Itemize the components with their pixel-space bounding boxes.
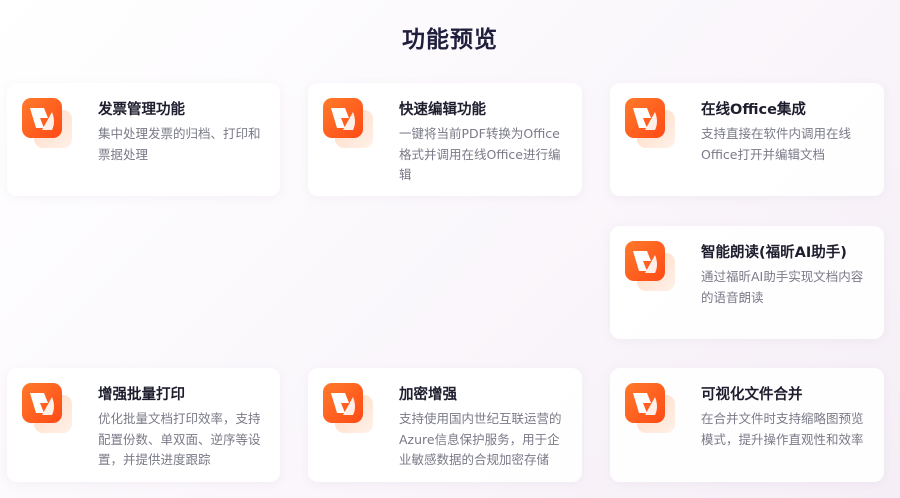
feature-title: 可视化文件合并: [701, 387, 803, 403]
feature-card-ai-read-aloud: 智能朗读(福昕AI助手) 通过福昕AI助手实现文档内容的语音朗读: [610, 226, 884, 339]
feature-card-invoice: 发票管理功能 集中处理发票的归档、打印和票据处理: [7, 83, 280, 196]
feature-description: 支持直接在软件内调用在线Office打开并编辑文档: [701, 126, 852, 162]
feature-description: 在合并文件时支持缩略图预览模式，提升操作直观性和效率: [701, 411, 864, 447]
foxit-logo-icon: [625, 241, 675, 291]
foxit-logo-icon: [22, 98, 72, 148]
feature-title: 发票管理功能: [98, 102, 185, 118]
feature-title: 快速编辑功能: [399, 102, 486, 118]
feature-title: 加密增强: [399, 387, 457, 403]
feature-description: 一键将当前PDF转换为Office格式并调用在线Office进行编辑: [399, 126, 561, 182]
page-title: 功能预览: [402, 27, 498, 53]
foxit-logo-icon: [625, 383, 675, 433]
feature-card-batch-print: 增强批量打印 优化批量文档打印效率，支持配置份数、单双面、逆序等设置，并提供进度…: [7, 368, 280, 482]
feature-description: 优化批量文档打印效率，支持配置份数、单双面、逆序等设置，并提供进度跟踪: [98, 411, 261, 467]
feature-description: 集中处理发票的归档、打印和票据处理: [98, 126, 261, 162]
feature-title: 在线Office集成: [701, 102, 806, 118]
foxit-logo-icon: [22, 383, 72, 433]
feature-card-quick-edit: 快速编辑功能 一键将当前PDF转换为Office格式并调用在线Office进行编…: [308, 83, 582, 196]
foxit-logo-icon: [323, 383, 373, 433]
feature-card-visual-merge: 可视化文件合并 在合并文件时支持缩略图预览模式，提升操作直观性和效率: [610, 368, 884, 482]
feature-title: 智能朗读(福昕AI助手): [701, 245, 847, 261]
foxit-logo-icon: [625, 98, 675, 148]
feature-card-encryption: 加密增强 支持使用国内世纪互联运营的Azure信息保护服务，用于企业敏感数据的合…: [308, 368, 582, 482]
feature-card-online-office: 在线Office集成 支持直接在软件内调用在线Office打开并编辑文档: [610, 83, 884, 196]
feature-title: 增强批量打印: [98, 387, 185, 403]
feature-description: 通过福昕AI助手实现文档内容的语音朗读: [701, 269, 864, 305]
feature-description: 支持使用国内世纪互联运营的Azure信息保护服务，用于企业敏感数据的合规加密存储: [399, 411, 562, 467]
foxit-logo-icon: [323, 98, 373, 148]
